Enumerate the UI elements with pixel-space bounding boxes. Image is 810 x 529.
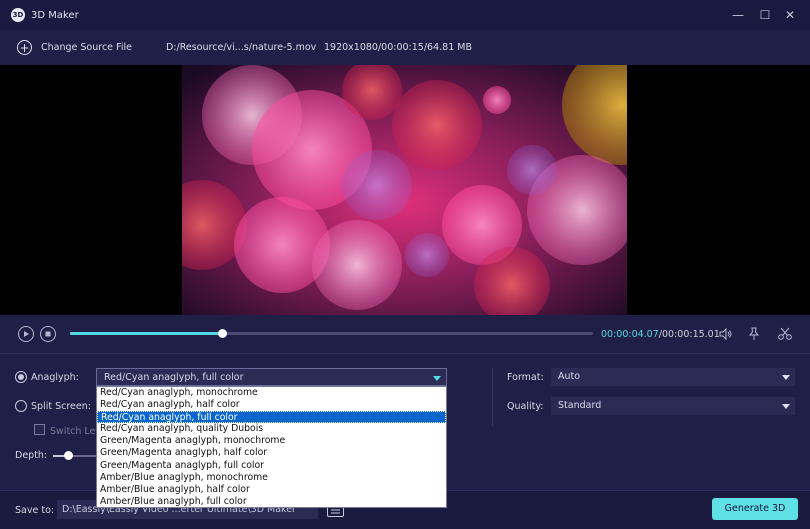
file-info: 1920x1080/00:00:15/64.81 MB [324, 42, 472, 53]
format-label: Format: [507, 372, 544, 383]
dropdown-option[interactable]: Red/Cyan anaglyph, half color [97, 399, 446, 411]
maximize-button[interactable]: ☐ [757, 7, 773, 23]
depth-label: Depth: [15, 450, 48, 461]
toolbar: + Change Source File D:/Resource/vi...s/… [0, 30, 810, 65]
anaglyph-selected-value: Red/Cyan anaglyph, full color [104, 372, 244, 383]
anaglyph-select[interactable]: Red/Cyan anaglyph, full color [96, 368, 447, 386]
speaker-icon [719, 327, 732, 341]
dropdown-option[interactable]: Amber/Blue anaglyph, full color [97, 496, 446, 508]
switch-label: Switch Lef [50, 426, 99, 437]
section-divider [0, 353, 810, 354]
generate-3d-button[interactable]: Generate 3D [712, 498, 798, 520]
save-to-label: Save to: [15, 505, 55, 516]
quality-label: Quality: [507, 401, 544, 412]
format-select[interactable]: Auto [551, 368, 795, 386]
split-screen-radio[interactable] [15, 400, 27, 412]
plus-circle-icon: + [17, 40, 32, 55]
dropdown-option[interactable]: Green/Magenta anaglyph, monochrome [97, 435, 446, 447]
switch-checkbox[interactable] [34, 424, 45, 435]
dropdown-option[interactable]: Red/Cyan anaglyph, monochrome [97, 387, 446, 399]
current-time: 00:00:04.07 [601, 329, 659, 340]
volume-button[interactable] [718, 326, 734, 342]
stop-button[interactable] [40, 326, 56, 342]
anaglyph-dropdown-list[interactable]: Red/Cyan anaglyph, monochrome Red/Cyan an… [96, 386, 447, 508]
title-bar: 3D 3D Maker — ☐ ✕ [0, 0, 810, 30]
minimize-button[interactable]: — [730, 7, 746, 23]
change-source-label: Change Source File [41, 42, 132, 53]
format-selected-value: Auto [558, 371, 581, 382]
dropdown-option[interactable]: Green/Magenta anaglyph, full color [97, 460, 446, 472]
dropdown-option[interactable]: Amber/Blue anaglyph, monochrome [97, 472, 446, 484]
chevron-down-icon [782, 404, 790, 409]
stop-icon [45, 331, 51, 337]
bokeh-video-image [182, 65, 627, 315]
seek-bar-thumb[interactable] [217, 329, 227, 338]
time-readout: 00:00:04.07/00:00:15.01 [601, 329, 720, 340]
chevron-down-icon [433, 376, 441, 381]
clip-button[interactable] [777, 326, 793, 342]
scissors-icon [778, 327, 792, 340]
seek-bar[interactable] [70, 329, 593, 338]
depth-slider-thumb[interactable] [64, 451, 73, 460]
quality-select[interactable]: Standard [551, 397, 795, 415]
chevron-down-icon [782, 375, 790, 380]
play-icon [24, 331, 29, 337]
dropdown-option[interactable]: Green/Magenta anaglyph, half color [97, 447, 446, 459]
video-preview [0, 65, 810, 315]
anaglyph-label: Anaglyph: [31, 372, 79, 383]
video-frame [182, 65, 627, 315]
change-source-button[interactable]: + Change Source File [17, 40, 132, 55]
dropdown-option[interactable]: Red/Cyan anaglyph, full color [97, 411, 446, 424]
dropdown-option[interactable]: Red/Cyan anaglyph, quality Dubois [97, 423, 446, 435]
close-button[interactable]: ✕ [782, 7, 798, 23]
total-time: 00:00:15.01 [661, 329, 720, 340]
anaglyph-radio[interactable] [15, 371, 27, 383]
file-path: D:/Resource/vi...s/nature-5.mov [166, 42, 317, 53]
play-button[interactable] [18, 326, 34, 342]
dropdown-option[interactable]: Amber/Blue anaglyph, half color [97, 484, 446, 496]
quality-selected-value: Standard [558, 400, 602, 411]
window-title: 3D Maker [31, 9, 79, 21]
playback-controls: 00:00:04.07/00:00:15.01 [0, 315, 810, 353]
snapshot-button[interactable] [746, 326, 762, 342]
split-screen-label: Split Screen: [31, 401, 91, 412]
seek-bar-fill [70, 332, 222, 335]
settings-divider [492, 368, 493, 426]
app-logo-icon: 3D [11, 8, 25, 22]
pin-icon [748, 327, 760, 340]
